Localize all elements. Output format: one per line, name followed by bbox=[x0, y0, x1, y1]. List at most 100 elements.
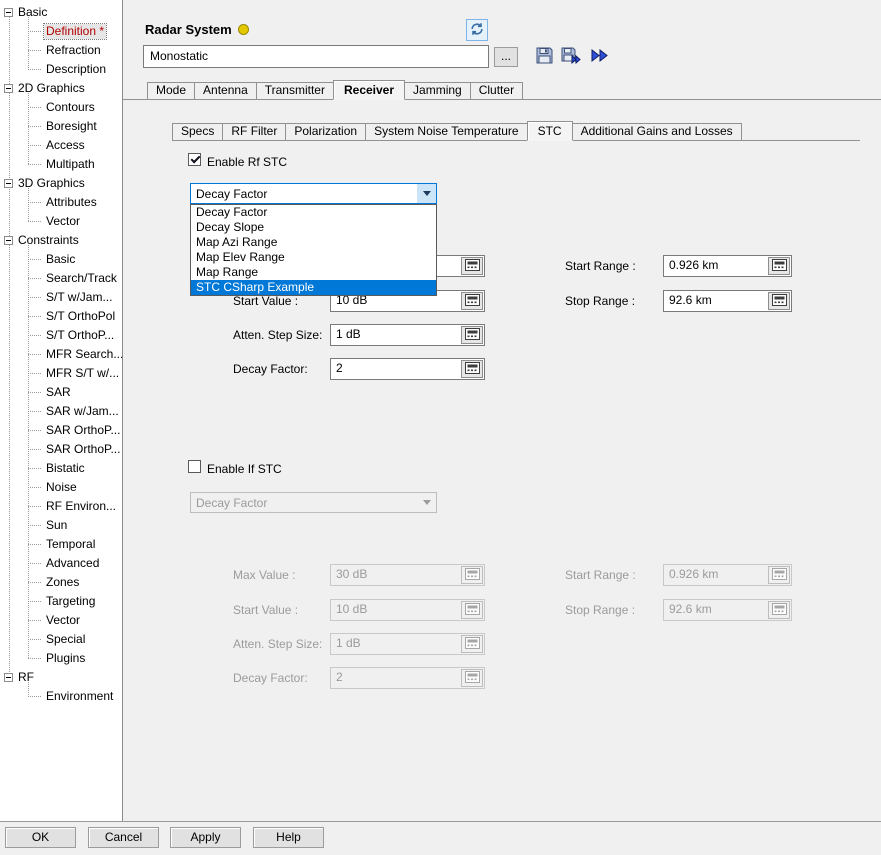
dropdown-option-stc-csharp-example[interactable]: STC CSharp Example bbox=[191, 280, 436, 295]
tab-stc[interactable]: STC bbox=[527, 121, 573, 141]
tab-system-noise-temperature[interactable]: System Noise Temperature bbox=[365, 123, 528, 140]
sidebar-item-contours[interactable]: Contours bbox=[44, 100, 97, 115]
dropdown-option-map-azi-range[interactable]: Map Azi Range bbox=[191, 235, 436, 250]
tree-collapse-toggle[interactable] bbox=[4, 8, 13, 17]
sidebar-group-constraints[interactable]: Constraints bbox=[18, 233, 79, 248]
help-button[interactable]: Help bbox=[253, 827, 324, 848]
sidebar-item-mfr-s-t-w[interactable]: MFR S/T w/... bbox=[44, 366, 121, 381]
sidebar-item-access[interactable]: Access bbox=[44, 138, 87, 153]
sidebar-group-basic[interactable]: Basic bbox=[18, 5, 47, 20]
sidebar-item-boresight[interactable]: Boresight bbox=[44, 119, 99, 134]
tree-item-row: Basic bbox=[0, 250, 122, 269]
refresh-button[interactable] bbox=[466, 19, 488, 41]
sidebar-group-3d-graphics[interactable]: 3D Graphics bbox=[18, 176, 85, 191]
tree-group-row: Basic bbox=[0, 3, 122, 22]
unit-editor-button[interactable] bbox=[768, 257, 790, 275]
dropdown-option-map-range[interactable]: Map Range bbox=[191, 265, 436, 280]
sidebar-item-temporal[interactable]: Temporal bbox=[44, 537, 97, 552]
combo-arrow-button[interactable] bbox=[417, 184, 436, 203]
sidebar-item-sar-orthop[interactable]: SAR OrthoP... bbox=[44, 442, 122, 457]
tab-additional-gains-and-losses[interactable]: Additional Gains and Losses bbox=[572, 123, 742, 140]
sidebar-item-sar[interactable]: SAR bbox=[44, 385, 73, 400]
sidebar-item-s-t-orthop[interactable]: S/T OrthoP... bbox=[44, 328, 116, 343]
sidebar-item-sar-orthop[interactable]: SAR OrthoP... bbox=[44, 423, 122, 438]
dropdown-option-decay-slope[interactable]: Decay Slope bbox=[191, 220, 436, 235]
dropdown-option-map-elev-range[interactable]: Map Elev Range bbox=[191, 250, 436, 265]
sidebar-group-rf[interactable]: RF bbox=[18, 670, 34, 685]
sidebar-item-rf-environ[interactable]: RF Environ... bbox=[44, 499, 118, 514]
sidebar-item-refraction[interactable]: Refraction bbox=[44, 43, 103, 58]
cancel-button[interactable]: Cancel bbox=[88, 827, 159, 848]
tree-item-row: Multipath bbox=[0, 155, 122, 174]
value-field[interactable]: 0.926 km bbox=[663, 255, 792, 277]
value-text[interactable]: 2 bbox=[331, 359, 460, 379]
sidebar-item-definition[interactable]: Definition * bbox=[44, 24, 106, 39]
value-field[interactable]: 1 dB bbox=[330, 324, 485, 346]
enable-rf-stc-checkbox[interactable] bbox=[188, 153, 201, 166]
tab-specs[interactable]: Specs bbox=[172, 123, 223, 140]
tree-item-row: SAR OrthoP... bbox=[0, 421, 122, 440]
tab-receiver[interactable]: Receiver bbox=[333, 80, 405, 100]
value-text[interactable]: 0.926 km bbox=[664, 256, 767, 276]
tab-polarization[interactable]: Polarization bbox=[285, 123, 366, 140]
outer-tab-divider bbox=[123, 99, 881, 100]
more-options-button[interactable]: ... bbox=[494, 47, 518, 67]
sidebar-item-multipath[interactable]: Multipath bbox=[44, 157, 97, 172]
sidebar-item-environment[interactable]: Environment bbox=[44, 689, 115, 704]
sidebar-item-sun[interactable]: Sun bbox=[44, 518, 69, 533]
tree-item-row: MFR S/T w/... bbox=[0, 364, 122, 383]
combo-arrow-button-disabled bbox=[417, 493, 436, 512]
rf-stc-type-combo[interactable]: Decay Factor bbox=[190, 183, 437, 204]
forward-button[interactable] bbox=[588, 46, 612, 68]
sidebar-item-special[interactable]: Special bbox=[44, 632, 87, 647]
unit-editor-button[interactable] bbox=[461, 257, 483, 275]
unit-editor-button[interactable] bbox=[461, 360, 483, 378]
sidebar-item-sar-w-jam[interactable]: SAR w/Jam... bbox=[44, 404, 121, 419]
tree-collapse-toggle[interactable] bbox=[4, 84, 13, 93]
enable-if-stc-checkbox[interactable] bbox=[188, 460, 201, 473]
save-button[interactable] bbox=[532, 46, 556, 68]
value-field[interactable]: 2 bbox=[330, 358, 485, 380]
value-field: 1 dB bbox=[330, 633, 485, 655]
tab-rf-filter[interactable]: RF Filter bbox=[222, 123, 286, 140]
sidebar-item-mfr-search[interactable]: MFR Search... bbox=[44, 347, 123, 362]
sidebar-item-noise[interactable]: Noise bbox=[44, 480, 79, 495]
value-text[interactable]: 1 dB bbox=[331, 325, 460, 345]
field-label: Max Value : bbox=[233, 568, 295, 582]
value-text: 10 dB bbox=[331, 600, 460, 620]
tree-collapse-toggle[interactable] bbox=[4, 179, 13, 188]
radar-type-field[interactable]: Monostatic bbox=[143, 45, 489, 68]
apply-button[interactable]: Apply bbox=[170, 827, 241, 848]
tab-jamming[interactable]: Jamming bbox=[404, 82, 471, 99]
tree-collapse-toggle[interactable] bbox=[4, 236, 13, 245]
ok-button[interactable]: OK bbox=[5, 827, 76, 848]
sidebar-item-advanced[interactable]: Advanced bbox=[44, 556, 101, 571]
sidebar-item-description[interactable]: Description bbox=[44, 62, 108, 77]
tree-collapse-toggle[interactable] bbox=[4, 673, 13, 682]
unit-editor-button[interactable] bbox=[768, 292, 790, 310]
unit-editor-icon bbox=[465, 328, 480, 343]
sidebar-item-vector[interactable]: Vector bbox=[44, 613, 82, 628]
sidebar-group-2d-graphics[interactable]: 2D Graphics bbox=[18, 81, 85, 96]
tab-clutter[interactable]: Clutter bbox=[470, 82, 523, 99]
save-sync-button[interactable] bbox=[559, 46, 583, 68]
tab-antenna[interactable]: Antenna bbox=[194, 82, 257, 99]
sidebar-item-targeting[interactable]: Targeting bbox=[44, 594, 97, 609]
sidebar-item-bistatic[interactable]: Bistatic bbox=[44, 461, 87, 476]
sidebar-item-attributes[interactable]: Attributes bbox=[44, 195, 99, 210]
unit-editor-button[interactable] bbox=[461, 326, 483, 344]
unit-editor-button[interactable] bbox=[461, 292, 483, 310]
sidebar-item-search-track[interactable]: Search/Track bbox=[44, 271, 119, 286]
tab-transmitter[interactable]: Transmitter bbox=[256, 82, 334, 99]
tab-mode[interactable]: Mode bbox=[147, 82, 195, 99]
value-text[interactable]: 92.6 km bbox=[664, 291, 767, 311]
radar-system-dialog: BasicDefinition *RefractionDescription2D… bbox=[0, 0, 881, 855]
sidebar-item-vector[interactable]: Vector bbox=[44, 214, 82, 229]
sidebar-item-plugins[interactable]: Plugins bbox=[44, 651, 87, 666]
sidebar-item-basic[interactable]: Basic bbox=[44, 252, 77, 267]
value-field[interactable]: 92.6 km bbox=[663, 290, 792, 312]
sidebar-item-zones[interactable]: Zones bbox=[44, 575, 81, 590]
sidebar-item-s-t-w-jam[interactable]: S/T w/Jam... bbox=[44, 290, 114, 305]
dropdown-option-decay-factor[interactable]: Decay Factor bbox=[191, 205, 436, 220]
sidebar-item-s-t-orthopol[interactable]: S/T OrthoPol bbox=[44, 309, 117, 324]
